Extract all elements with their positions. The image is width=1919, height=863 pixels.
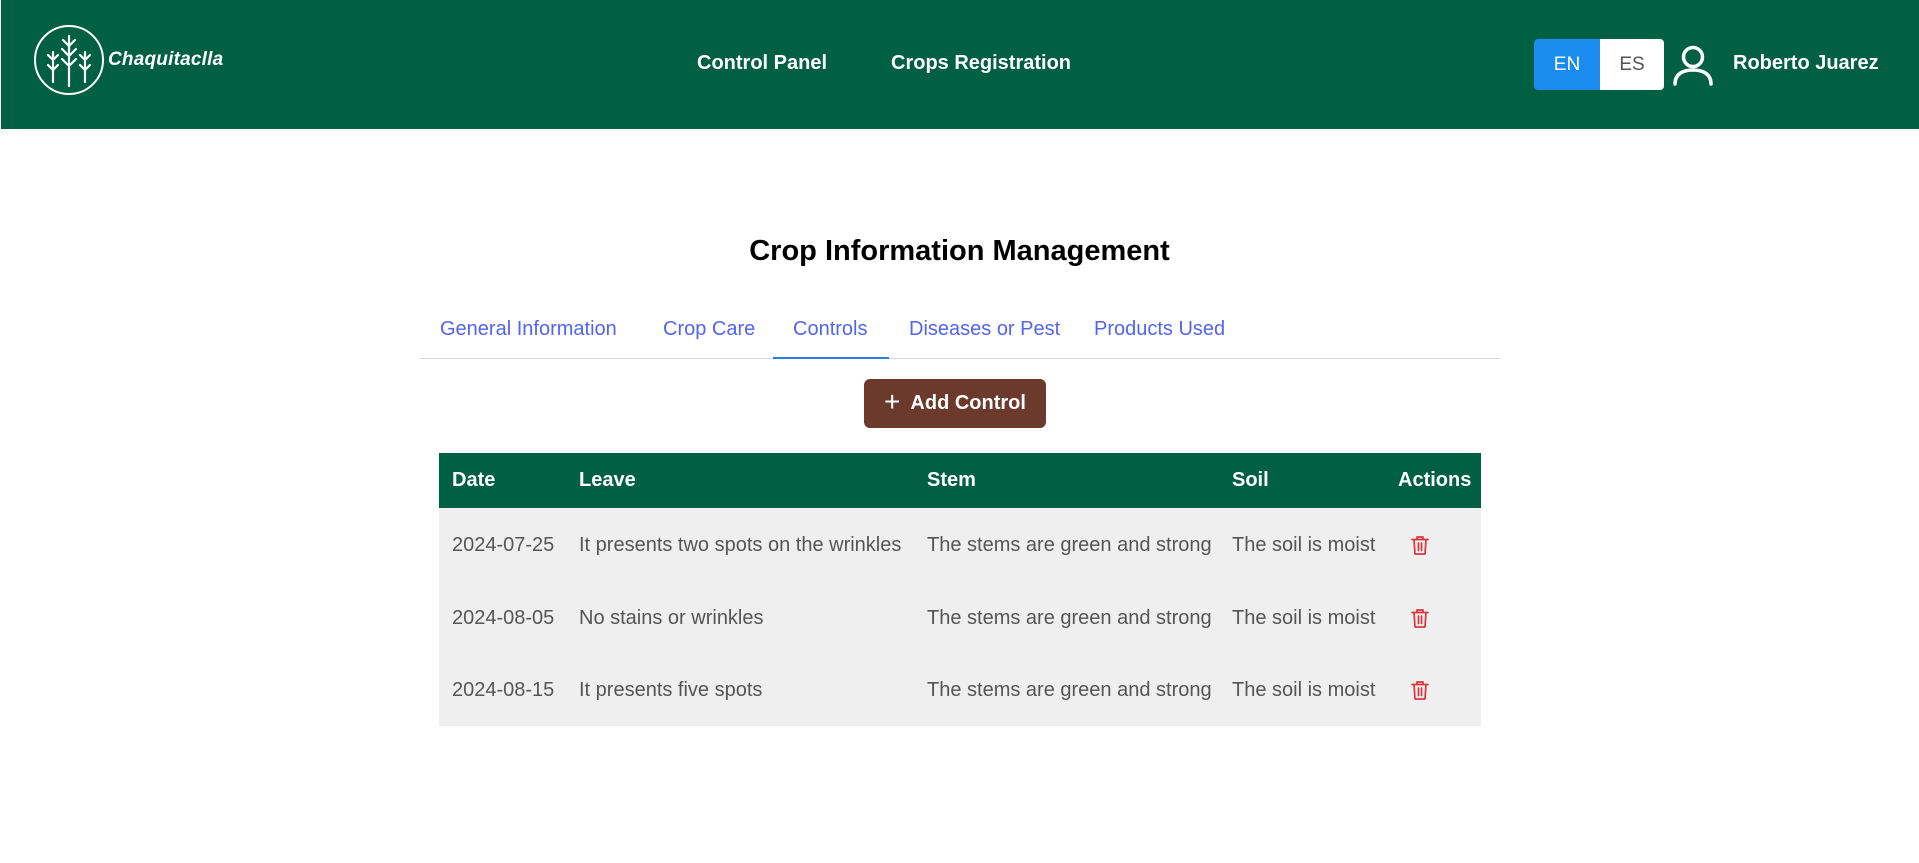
cell-actions bbox=[1385, 508, 1481, 582]
delete-icon[interactable] bbox=[1409, 607, 1431, 629]
column-header-stem: Stem bbox=[914, 453, 1219, 508]
cell-stem: The stems are green and strong bbox=[914, 582, 1219, 654]
plus-icon: + bbox=[884, 386, 901, 417]
column-header-date: Date bbox=[439, 453, 566, 508]
language-es-button[interactable]: ES bbox=[1600, 39, 1664, 90]
table-row: 2024-08-15 It presents five spots The st… bbox=[439, 654, 1481, 726]
table-header-row: Date Leave Stem Soil Actions bbox=[439, 453, 1481, 508]
cell-date: 2024-08-15 bbox=[439, 654, 566, 726]
column-header-leave: Leave bbox=[566, 453, 914, 508]
nav-crops-registration[interactable]: Crops Registration bbox=[891, 52, 1071, 75]
active-tab-indicator bbox=[773, 357, 889, 359]
cell-leave: It presents two spots on the wrinkles bbox=[566, 508, 914, 582]
table-row: 2024-07-25 It presents two spots on the … bbox=[439, 508, 1481, 582]
user-icon[interactable] bbox=[1671, 43, 1715, 87]
delete-icon[interactable] bbox=[1409, 534, 1431, 556]
language-switcher: EN ES bbox=[1534, 39, 1664, 90]
add-control-button[interactable]: + Add Control bbox=[864, 379, 1046, 428]
tab-bar: General Information Crop Care Controls D… bbox=[419, 300, 1501, 359]
cell-leave: No stains or wrinkles bbox=[566, 582, 914, 654]
tab-controls[interactable]: Controls bbox=[793, 318, 867, 341]
tab-diseases-or-pest[interactable]: Diseases or Pest bbox=[909, 318, 1060, 341]
cell-soil: The soil is moist bbox=[1219, 508, 1385, 582]
user-name[interactable]: Roberto Juarez bbox=[1733, 52, 1879, 75]
delete-icon[interactable] bbox=[1409, 679, 1431, 701]
cell-soil: The soil is moist bbox=[1219, 582, 1385, 654]
cell-actions bbox=[1385, 582, 1481, 654]
cell-leave: It presents five spots bbox=[566, 654, 914, 726]
top-navbar: Chaquitaclla Control Panel Crops Registr… bbox=[1, 0, 1919, 129]
brand-name: Chaquitaclla bbox=[108, 49, 224, 70]
cell-actions bbox=[1385, 654, 1481, 726]
brand-logo[interactable]: Chaquitaclla bbox=[34, 25, 223, 95]
cell-soil: The soil is moist bbox=[1219, 654, 1385, 726]
cell-stem: The stems are green and strong bbox=[914, 508, 1219, 582]
tab-general-information[interactable]: General Information bbox=[440, 318, 617, 341]
controls-table: Date Leave Stem Soil Actions 2024-07-25 … bbox=[439, 453, 1481, 726]
column-header-actions: Actions bbox=[1385, 453, 1481, 508]
cell-date: 2024-07-25 bbox=[439, 508, 566, 582]
language-en-button[interactable]: EN bbox=[1534, 39, 1600, 90]
tab-products-used[interactable]: Products Used bbox=[1094, 318, 1225, 341]
cell-stem: The stems are green and strong bbox=[914, 654, 1219, 726]
column-header-soil: Soil bbox=[1219, 453, 1385, 508]
wheat-icon bbox=[34, 25, 104, 95]
add-control-label: Add Control bbox=[910, 392, 1026, 414]
tab-crop-care[interactable]: Crop Care bbox=[663, 318, 755, 341]
page-title: Crop Information Management bbox=[749, 235, 1170, 267]
cell-date: 2024-08-05 bbox=[439, 582, 566, 654]
nav-control-panel[interactable]: Control Panel bbox=[697, 52, 827, 75]
table-row: 2024-08-05 No stains or wrinkles The ste… bbox=[439, 582, 1481, 654]
